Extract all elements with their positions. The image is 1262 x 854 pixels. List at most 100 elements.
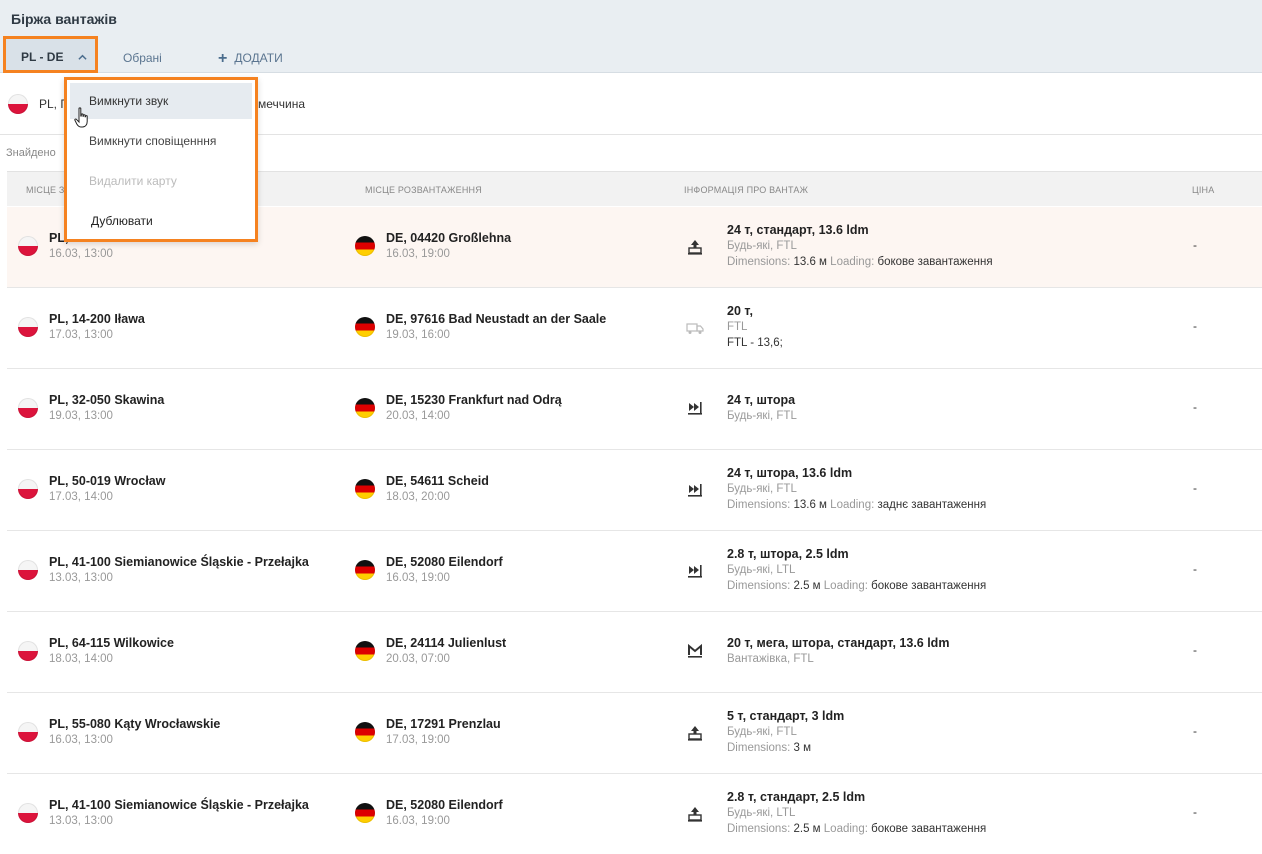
truck-icon — [686, 320, 704, 336]
tab-label: PL - DE — [21, 50, 64, 64]
menu-item-delete-card: Видалити карту — [89, 174, 177, 188]
route-to: меччина — [258, 97, 306, 111]
cargo-summary: 24 т, штора — [727, 393, 796, 407]
detail-value: 2.5 м — [793, 580, 821, 592]
cargo-summary: 24 т, стандарт, 13.6 ldm — [727, 223, 869, 237]
table-row[interactable]: PL, 32-050 Skawina 19.03, 13:00 DE, 15230 … — [7, 369, 1262, 450]
poland-flag-icon — [18, 398, 38, 418]
add-tab-label: ДОДАТИ — [234, 51, 283, 65]
found-count: Знайдено — [6, 147, 56, 159]
chevron-up-icon — [78, 54, 87, 60]
tab-favorites[interactable]: Обрані — [123, 44, 162, 72]
loading-place: PL, 14-200 Iława — [49, 312, 145, 326]
table-row[interactable]: PL, 50-019 Wrocław 17.03, 14:00 DE, 54611 … — [7, 450, 1262, 531]
loading-date: 18.03, 14:00 — [49, 653, 113, 665]
loading-date: 13.03, 13:00 — [49, 815, 113, 827]
table-row[interactable]: PL, 64-115 Wilkowice 18.03, 14:00 DE, 2411… — [7, 612, 1262, 693]
cargo-details: Dimensions: 2.5 м Loading: бокове завант… — [727, 580, 986, 592]
table-row[interactable]: PL, 55-080 Kąty Wrocławskie 16.03, 13:00 D… — [7, 693, 1262, 774]
col-price: ЦІНА — [1192, 185, 1215, 195]
germany-flag-icon — [355, 317, 375, 337]
unloading-place: DE, 52080 Eilendorf — [386, 555, 503, 569]
detail-value: бокове завантаження — [871, 580, 987, 592]
unloading-date: 16.03, 19:00 — [386, 815, 450, 827]
poland-flag-icon — [18, 803, 38, 823]
detail-value: бокове завантаження — [871, 823, 987, 835]
price-value: - — [1193, 805, 1197, 819]
rear-loading-icon — [686, 482, 704, 498]
hand-cursor-icon — [74, 107, 88, 128]
germany-flag-icon — [355, 398, 375, 418]
loading-place: PL, 41-100 Siemianowice Śląskie - Przeła… — [49, 798, 309, 812]
cargo-details: Dimensions: 2.5 м Loading: бокове завант… — [727, 823, 986, 835]
price-value: - — [1193, 562, 1197, 576]
rear-loading-icon — [686, 400, 704, 416]
poland-flag-icon — [18, 479, 38, 499]
loading-place: PL, 32-050 Skawina — [49, 393, 165, 407]
cargo-type: Будь-які, LTL — [727, 564, 796, 576]
col-unloading: МІСЦЕ РОЗВАНТАЖЕННЯ — [365, 185, 482, 195]
germany-flag-icon — [355, 479, 375, 499]
poland-flag-icon — [18, 236, 38, 256]
unloading-date: 20.03, 14:00 — [386, 410, 450, 422]
tab-pl-de[interactable]: PL - DE — [3, 36, 98, 73]
germany-flag-icon — [355, 722, 375, 742]
table-row[interactable]: PL, 14-200 Iława 17.03, 13:00 DE, 97616 Ba… — [7, 288, 1262, 369]
unloading-place: DE, 54611 Scheid — [386, 474, 489, 488]
menu-item-mute-sound[interactable]: Вимкнути звук — [70, 83, 252, 119]
unloading-place: DE, 24114 Julienlust — [386, 636, 507, 650]
cargo-note: FTL - 13,6; — [727, 337, 783, 349]
cargo-type: Будь-які, FTL — [727, 726, 797, 738]
tab-context-menu: Вимкнути звук Вимкнути сповіщенння Видалит… — [64, 77, 258, 242]
price-value: - — [1193, 481, 1197, 495]
cargo-summary: 20 т, — [727, 304, 754, 318]
col-loading: МІСЦЕ З — [26, 185, 65, 195]
unloading-place: DE, 97616 Bad Neustadt an der Saale — [386, 312, 607, 326]
loading-place: PL, 64-115 Wilkowice — [49, 636, 174, 650]
mega-icon — [686, 643, 704, 659]
poland-flag-icon — [8, 94, 28, 114]
plus-icon: + — [218, 50, 228, 67]
cargo-type: Будь-які, FTL — [727, 483, 797, 495]
loading-place: PL, 55-080 Kąty Wrocławskie — [49, 717, 221, 731]
germany-flag-icon — [355, 560, 375, 580]
add-tab-button[interactable]: + ДОДАТИ — [218, 44, 283, 72]
detail-key: Loading: — [823, 580, 868, 592]
detail-key: Dimensions: — [727, 256, 791, 268]
cargo-type: Вантажівка, FTL — [727, 653, 814, 665]
unloading-place: DE, 04420 Großlehna — [386, 231, 512, 245]
rear-loading-icon — [686, 563, 704, 579]
cargo-details: Dimensions: 13.6 м Loading: бокове заван… — [727, 256, 993, 268]
detail-value: заднє завантаження — [877, 499, 987, 511]
germany-flag-icon — [355, 803, 375, 823]
menu-item-duplicate[interactable]: Дублювати — [70, 203, 252, 239]
side-loading-icon — [686, 806, 704, 822]
loading-date: 17.03, 13:00 — [49, 329, 113, 341]
loading-date: 13.03, 13:00 — [49, 572, 113, 584]
cargo-type: Будь-які, LTL — [727, 807, 796, 819]
detail-key: Loading: — [830, 256, 875, 268]
detail-value: 3 м — [793, 742, 811, 754]
price-value: - — [1193, 643, 1197, 657]
price-value: - — [1193, 238, 1197, 252]
detail-key: Dimensions: — [727, 742, 791, 754]
unloading-date: 16.03, 19:00 — [386, 248, 450, 260]
price-value: - — [1193, 319, 1197, 333]
detail-value: 13.6 м — [793, 499, 827, 511]
side-loading-icon — [686, 725, 704, 741]
price-value: - — [1193, 400, 1197, 414]
table-row[interactable]: PL, 41-100 Siemianowice Śląskie - Przeła… — [7, 531, 1262, 612]
unloading-date: 16.03, 19:00 — [386, 572, 450, 584]
loading-date: 17.03, 14:00 — [49, 491, 113, 503]
table-row[interactable]: PL, 41-100 Siemianowice Śląskie - Przeła… — [7, 774, 1262, 854]
cargo-type: Будь-які, FTL — [727, 240, 797, 252]
germany-flag-icon — [355, 641, 375, 661]
price-value: - — [1193, 724, 1197, 738]
cargo-summary: 24 т, штора, 13.6 ldm — [727, 466, 853, 480]
loading-date: 16.03, 13:00 — [49, 248, 113, 260]
cargo-summary: 2.8 т, штора, 2.5 ldm — [727, 547, 849, 561]
detail-key: Dimensions: — [727, 823, 791, 835]
detail-key: Loading: — [823, 823, 868, 835]
cargo-summary: 5 т, стандарт, 3 ldm — [727, 709, 845, 723]
menu-item-mute-notifications[interactable]: Вимкнути сповіщенння — [70, 123, 252, 159]
